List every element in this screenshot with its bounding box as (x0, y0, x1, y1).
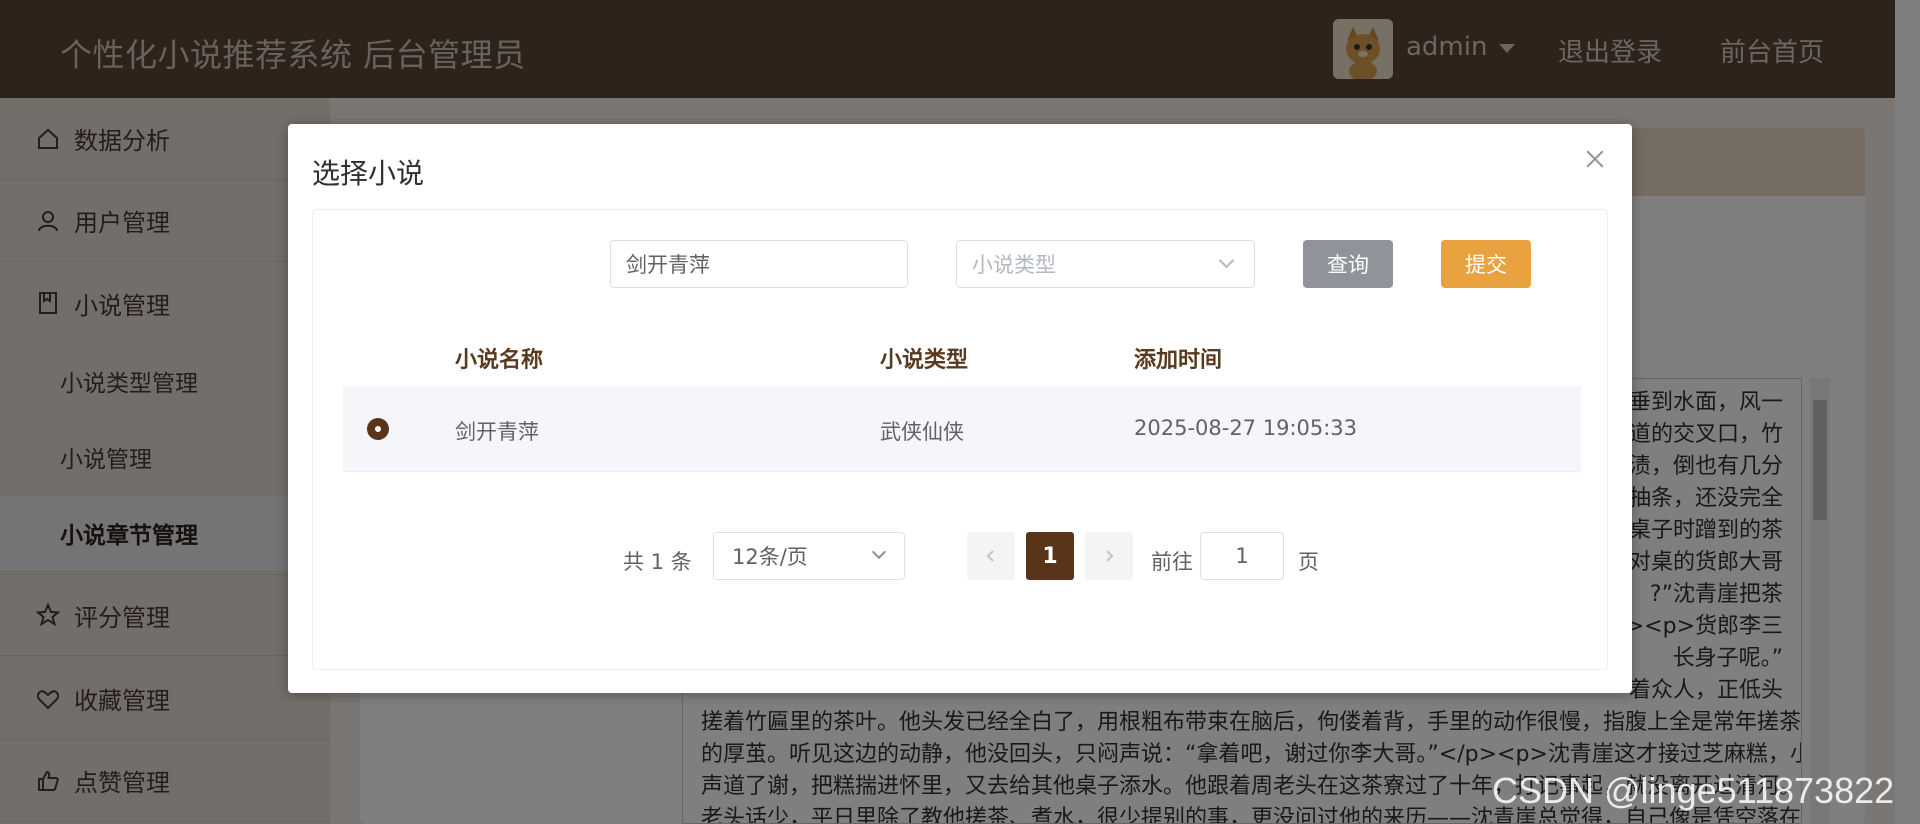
goto-page-input[interactable] (1200, 532, 1284, 580)
page-size-value: 12条/页 (732, 545, 808, 569)
chevron-down-icon (1218, 252, 1235, 269)
novel-type-select[interactable]: 小说类型 (956, 240, 1255, 288)
column-header-time: 添加时间 (1134, 348, 1223, 373)
page-size-select[interactable]: 12条/页 (713, 532, 905, 580)
query-button[interactable]: 查询 (1303, 240, 1393, 288)
goto-label: 前往 (1151, 550, 1193, 574)
submit-button[interactable]: 提交 (1441, 240, 1531, 288)
page-number-current[interactable]: 1 (1026, 532, 1074, 580)
cell-add-time: 2025-08-27 19:05:33 (1134, 416, 1358, 440)
table-row[interactable]: 剑开青萍 武侠仙侠 2025-08-27 19:05:33 (343, 386, 1581, 472)
cell-novel-type: 武侠仙侠 (880, 420, 964, 444)
chevron-right-icon (1106, 550, 1114, 562)
novel-name-search-input[interactable] (610, 240, 908, 288)
chevron-down-icon (871, 544, 887, 560)
next-page-button[interactable] (1085, 532, 1133, 580)
row-radio-selected[interactable] (367, 418, 389, 440)
column-header-type: 小说类型 (880, 348, 969, 373)
prev-page-button[interactable] (967, 532, 1015, 580)
chevron-left-icon (986, 550, 994, 562)
column-header-name: 小说名称 (455, 348, 544, 373)
dialog-title: 选择小说 (312, 157, 425, 190)
page-suffix-label: 页 (1298, 550, 1319, 574)
cell-novel-name: 剑开青萍 (455, 420, 539, 444)
dialog-card: 小说类型 查询 提交 小说名称 小说类型 添加时间 剑开青萍 武侠仙侠 2025… (312, 209, 1608, 670)
watermark: CSDN @linge511873822 (1492, 770, 1895, 811)
close-icon[interactable] (1582, 146, 1608, 172)
pagination-total: 共 1 条 (623, 550, 692, 574)
select-placeholder: 小说类型 (972, 253, 1056, 277)
select-novel-dialog: 选择小说 小说类型 查询 提交 小说名称 小说类型 添加时间 剑开青萍 武侠仙侠… (288, 124, 1632, 693)
